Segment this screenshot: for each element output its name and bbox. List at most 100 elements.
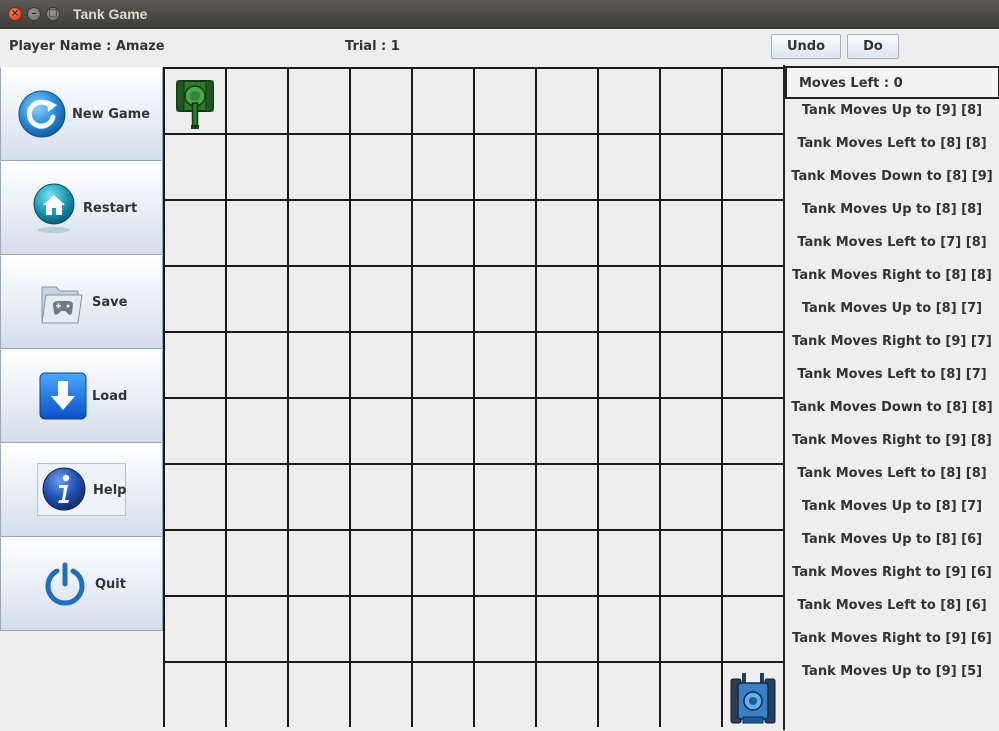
board-cell[interactable] (661, 597, 721, 661)
board-cell[interactable] (165, 597, 225, 661)
board-cell[interactable] (351, 267, 411, 331)
new-game-button[interactable]: New Game (0, 67, 163, 161)
board-cell[interactable] (723, 333, 783, 397)
board-cell[interactable] (599, 333, 659, 397)
close-window-button[interactable]: × (8, 7, 22, 21)
board-cell[interactable] (289, 399, 349, 463)
board-cell[interactable] (475, 267, 535, 331)
board-cell[interactable] (227, 135, 287, 199)
board-cell[interactable] (165, 333, 225, 397)
board-cell[interactable] (289, 201, 349, 265)
board-cell[interactable] (227, 399, 287, 463)
board-cell[interactable] (227, 531, 287, 595)
board-cell[interactable] (599, 399, 659, 463)
help-button[interactable]: Help (0, 443, 163, 537)
board-cell[interactable] (413, 597, 473, 661)
board-cell[interactable] (537, 267, 597, 331)
board-cell[interactable] (351, 135, 411, 199)
board-cell[interactable] (599, 531, 659, 595)
board-cell[interactable] (723, 69, 783, 133)
board-cell[interactable] (165, 69, 225, 133)
board-cell[interactable] (289, 465, 349, 529)
board-cell[interactable] (289, 663, 349, 727)
board-cell[interactable] (475, 333, 535, 397)
board-cell[interactable] (165, 135, 225, 199)
board-cell[interactable] (227, 201, 287, 265)
board-cell[interactable] (537, 465, 597, 529)
load-button[interactable]: Load (0, 349, 163, 443)
board-cell[interactable] (599, 465, 659, 529)
board-cell[interactable] (475, 597, 535, 661)
board-cell[interactable] (165, 531, 225, 595)
board-cell[interactable] (165, 663, 225, 727)
board-cell[interactable] (661, 465, 721, 529)
board-cell[interactable] (227, 69, 287, 133)
board-cell[interactable] (723, 465, 783, 529)
board-cell[interactable] (413, 69, 473, 133)
board-cell[interactable] (351, 531, 411, 595)
board-cell[interactable] (413, 135, 473, 199)
board-cell[interactable] (723, 201, 783, 265)
board-cell[interactable] (661, 201, 721, 265)
board-cell[interactable] (723, 597, 783, 661)
board-cell[interactable] (351, 465, 411, 529)
board-cell[interactable] (661, 531, 721, 595)
board-cell[interactable] (289, 531, 349, 595)
board-cell[interactable] (723, 267, 783, 331)
board-cell[interactable] (723, 135, 783, 199)
board-cell[interactable] (661, 267, 721, 331)
board-cell[interactable] (413, 531, 473, 595)
board-cell[interactable] (537, 333, 597, 397)
board-cell[interactable] (351, 333, 411, 397)
board-cell[interactable] (537, 201, 597, 265)
board-cell[interactable] (537, 663, 597, 727)
board-cell[interactable] (723, 399, 783, 463)
board-cell[interactable] (289, 597, 349, 661)
board-cell[interactable] (599, 267, 659, 331)
board-cell[interactable] (351, 597, 411, 661)
board-cell[interactable] (227, 465, 287, 529)
save-button[interactable]: Save (0, 255, 163, 349)
restart-button[interactable]: Restart (0, 161, 163, 255)
blue-tank[interactable] (728, 673, 778, 731)
board-cell[interactable] (413, 201, 473, 265)
board-cell[interactable] (165, 399, 225, 463)
green-tank[interactable] (175, 79, 215, 135)
board-cell[interactable] (537, 531, 597, 595)
board-cell[interactable] (289, 267, 349, 331)
board-cell[interactable] (475, 135, 535, 199)
board-cell[interactable] (165, 201, 225, 265)
board-cell[interactable] (537, 69, 597, 133)
board-cell[interactable] (227, 333, 287, 397)
undo-button[interactable]: Undo (771, 34, 841, 59)
minimize-window-button[interactable]: – (27, 7, 41, 21)
board-cell[interactable] (475, 69, 535, 133)
board-cell[interactable] (661, 135, 721, 199)
board-cell[interactable] (289, 69, 349, 133)
board-cell[interactable] (289, 135, 349, 199)
board-cell[interactable] (537, 135, 597, 199)
board-cell[interactable] (351, 399, 411, 463)
board-cell[interactable] (537, 597, 597, 661)
board-cell[interactable] (227, 663, 287, 727)
board-cell[interactable] (351, 663, 411, 727)
board-cell[interactable] (475, 201, 535, 265)
board-cell[interactable] (227, 267, 287, 331)
board-cell[interactable] (289, 333, 349, 397)
board-cell[interactable] (475, 663, 535, 727)
board-cell[interactable] (165, 267, 225, 331)
board-cell[interactable] (351, 69, 411, 133)
board-cell[interactable] (537, 399, 597, 463)
board-cell[interactable] (661, 69, 721, 133)
maximize-window-button[interactable]: □ (46, 7, 60, 21)
board-cell[interactable] (413, 333, 473, 397)
board-cell[interactable] (475, 531, 535, 595)
board-cell[interactable] (599, 69, 659, 133)
board-cell[interactable] (599, 135, 659, 199)
board-cell[interactable] (723, 663, 783, 727)
board-cell[interactable] (599, 597, 659, 661)
board-cell[interactable] (599, 663, 659, 727)
quit-button[interactable]: Quit (0, 537, 163, 631)
board-cell[interactable] (475, 465, 535, 529)
board-cell[interactable] (413, 465, 473, 529)
